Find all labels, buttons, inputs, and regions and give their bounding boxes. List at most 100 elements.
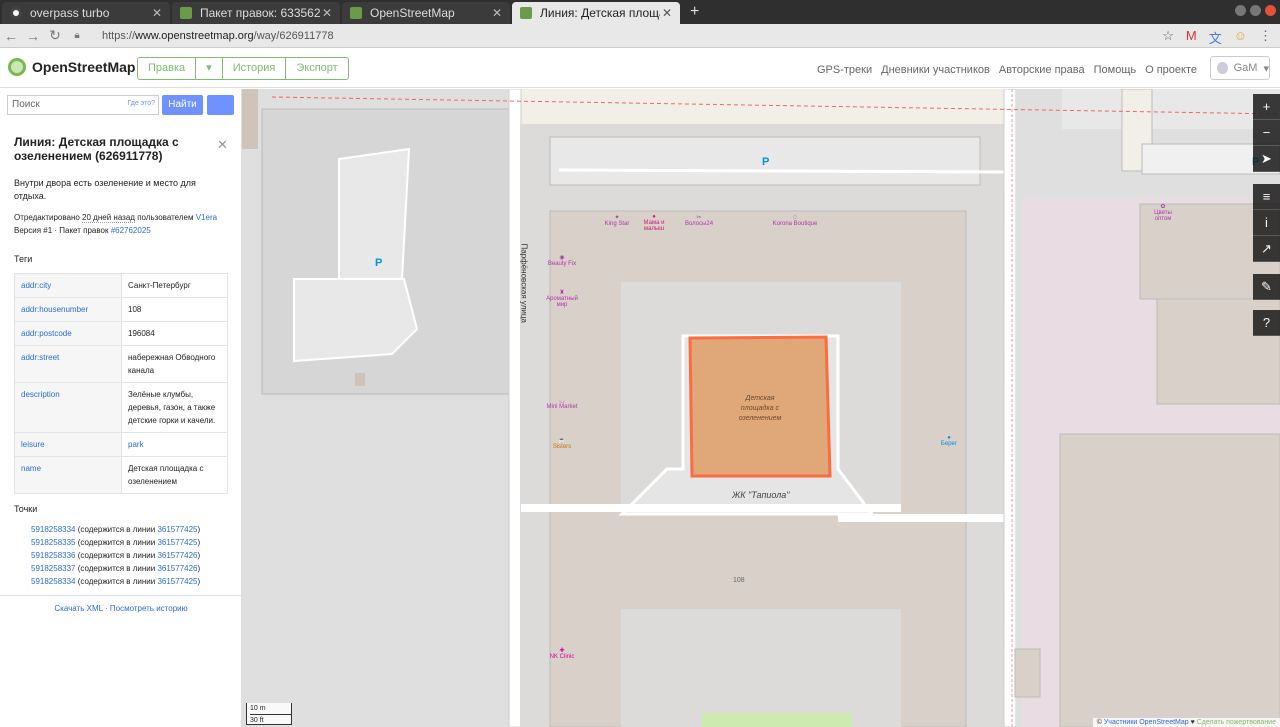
poi-minimarket[interactable]: ◡ Mini Market	[540, 397, 584, 410]
close-icon[interactable]: ✕	[217, 137, 228, 153]
new-tab-button[interactable]: +	[690, 3, 699, 21]
poi-sisters[interactable]: ☕ Sisters	[545, 437, 579, 450]
close-tab-icon[interactable]: ✕	[662, 6, 672, 20]
search-button[interactable]: Найти	[162, 95, 203, 115]
node-link[interactable]: 5918258334	[31, 577, 76, 586]
add-note-button[interactable]: ✎	[1253, 274, 1280, 300]
poi-beauty[interactable]: ◉ Beauty Fix	[545, 254, 579, 267]
locate-button[interactable]: ➤	[1253, 146, 1280, 172]
browser-tab-overpass[interactable]: overpass turbo ✕	[2, 2, 170, 24]
layers-button[interactable]: ≡	[1253, 184, 1280, 210]
tag-value[interactable]: park	[121, 432, 228, 457]
tag-key[interactable]: description	[14, 382, 122, 433]
poi-flowers[interactable]: ✿ Цветы оптом	[1146, 203, 1180, 222]
layer-controls: ≡ i ↗	[1253, 184, 1280, 262]
node-end-text: )	[197, 551, 201, 560]
top-nav: GPS-треки Дневники участников Авторские …	[817, 64, 1197, 76]
directions-icon[interactable]	[207, 95, 234, 115]
list-item: 5918258334 (содержится в линии 361577425…	[31, 523, 200, 536]
changeset-link[interactable]: #62762025	[111, 226, 151, 235]
share-button[interactable]: ↗	[1253, 236, 1280, 262]
gmail-icon[interactable]: M	[1186, 28, 1197, 47]
tag-key[interactable]: addr:postcode	[14, 321, 122, 346]
shop-icon: ◉	[559, 255, 565, 261]
tag-key[interactable]: name	[14, 456, 122, 494]
poi-korona[interactable]: ♢ Korona Boutique	[772, 214, 818, 227]
edit-button[interactable]: Правка	[138, 58, 197, 79]
back-icon[interactable]: ←	[0, 28, 22, 44]
note-controls: ✎	[1253, 274, 1280, 300]
way-link[interactable]: 361577426	[157, 564, 197, 573]
way-link[interactable]: 361577425	[157, 538, 197, 547]
cafe-icon: ☕	[558, 438, 566, 444]
search-input[interactable]: Поиск Где это?	[7, 95, 159, 115]
nav-help[interactable]: Помощь	[1094, 64, 1137, 76]
nav-gps-traces[interactable]: GPS-треки	[817, 64, 872, 76]
browser-tab-changeset[interactable]: Пакет правок: 63356245 |✕	[172, 2, 340, 24]
nav-about[interactable]: О проекте	[1145, 64, 1197, 76]
query-features-button[interactable]: ?	[1253, 310, 1280, 336]
shop-icon: ✂	[696, 215, 702, 221]
user-link[interactable]: V1era	[196, 213, 217, 222]
nav-copyright[interactable]: Авторские права	[999, 64, 1085, 76]
edit-dropdown-icon[interactable]: ▾	[196, 58, 223, 79]
url-field[interactable]: https://www.openstreetmap.org/way/626911…	[102, 30, 334, 42]
complex-label: ЖК "Тапиола"	[732, 490, 790, 500]
node-link[interactable]: 5918258335	[31, 538, 76, 547]
attribution-link[interactable]: Участники OpenStreetMap	[1104, 719, 1189, 726]
forward-icon[interactable]: →	[22, 28, 44, 44]
close-tab-icon[interactable]: ✕	[152, 6, 162, 20]
emoji-extension-icon[interactable]: ☺	[1234, 28, 1247, 47]
history-button[interactable]: История	[223, 58, 287, 79]
zoom-in-button[interactable]: +	[1253, 94, 1280, 120]
node-contained-text: (содержится в линии	[75, 577, 158, 586]
way-link[interactable]: 361577425	[157, 525, 197, 534]
zoom-out-button[interactable]: −	[1253, 120, 1280, 146]
tag-row: addr:housenumber 108	[14, 297, 228, 322]
site-header: OpenStreetMap Правка ▾ История Экспорт G…	[0, 48, 1280, 88]
tag-key[interactable]: leisure	[14, 432, 122, 457]
close-tab-icon[interactable]: ✕	[322, 6, 332, 20]
feature-description: Внутри двора есть озеленение и место для…	[14, 178, 196, 201]
menu-icon[interactable]: ⋮	[1259, 28, 1272, 47]
tag-value: Зелёные клумбы, деревья, газон, а также …	[121, 382, 228, 433]
poi-aromat[interactable]: ♜ Ароматный мир	[540, 289, 584, 308]
tag-key[interactable]: addr:street	[14, 345, 122, 383]
minimize-button[interactable]	[1235, 5, 1246, 16]
where-is-this-link[interactable]: Где это?	[127, 100, 155, 107]
poi-bereg[interactable]: ● Берег	[932, 435, 966, 447]
tag-row: leisure park	[14, 432, 228, 457]
map-canvas[interactable]: P P P Парфёновская улица Детская площадк…	[242, 89, 1280, 727]
node-contained-text: (содержится в линии	[75, 564, 158, 573]
nav-diaries[interactable]: Дневники участников	[881, 64, 990, 76]
lock-icon: 🔒︎	[74, 30, 80, 41]
export-button[interactable]: Экспорт	[286, 58, 347, 79]
tag-key[interactable]: addr:housenumber	[14, 297, 122, 322]
view-history-link[interactable]: Посмотреть историю	[110, 604, 188, 613]
tag-key[interactable]: addr:city	[14, 273, 122, 298]
node-link[interactable]: 5918258336	[31, 551, 76, 560]
poi-volosy[interactable]: ✂ Волосы24	[682, 214, 716, 227]
bookmark-star-icon[interactable]: ☆	[1162, 28, 1174, 47]
donate-link[interactable]: Сделать пожертвование	[1197, 719, 1276, 726]
node-contained-text: (содержится в линии	[75, 551, 158, 560]
close-tab-icon[interactable]: ✕	[492, 6, 502, 20]
browser-tab-osm[interactable]: OpenStreetMap ✕	[342, 2, 510, 24]
browser-tab-active[interactable]: Линия: Детская площадк✕	[512, 2, 680, 24]
user-menu[interactable]: GaM ▾	[1210, 56, 1270, 80]
node-link[interactable]: 5918258337	[31, 564, 76, 573]
maximize-button[interactable]	[1250, 5, 1261, 16]
reload-icon[interactable]: ↻	[44, 27, 66, 44]
translate-icon[interactable]: 文	[1209, 28, 1222, 47]
poi-king-star[interactable]: ✦ King Star	[600, 214, 634, 227]
info-button[interactable]: i	[1253, 210, 1280, 236]
edited-time: 20 дней назад	[82, 213, 135, 223]
download-xml-link[interactable]: Скачать XML	[54, 604, 102, 613]
way-link[interactable]: 361577425	[157, 577, 197, 586]
poi-mama[interactable]: ● Мама и малыш	[637, 214, 671, 232]
poi-nk-clinic[interactable]: ✚ NK Clinic	[545, 647, 579, 660]
way-link[interactable]: 361577426	[157, 551, 197, 560]
node-link[interactable]: 5918258334	[31, 525, 76, 534]
osm-logo[interactable]: OpenStreetMap	[8, 58, 135, 76]
close-window-button[interactable]	[1265, 5, 1276, 16]
